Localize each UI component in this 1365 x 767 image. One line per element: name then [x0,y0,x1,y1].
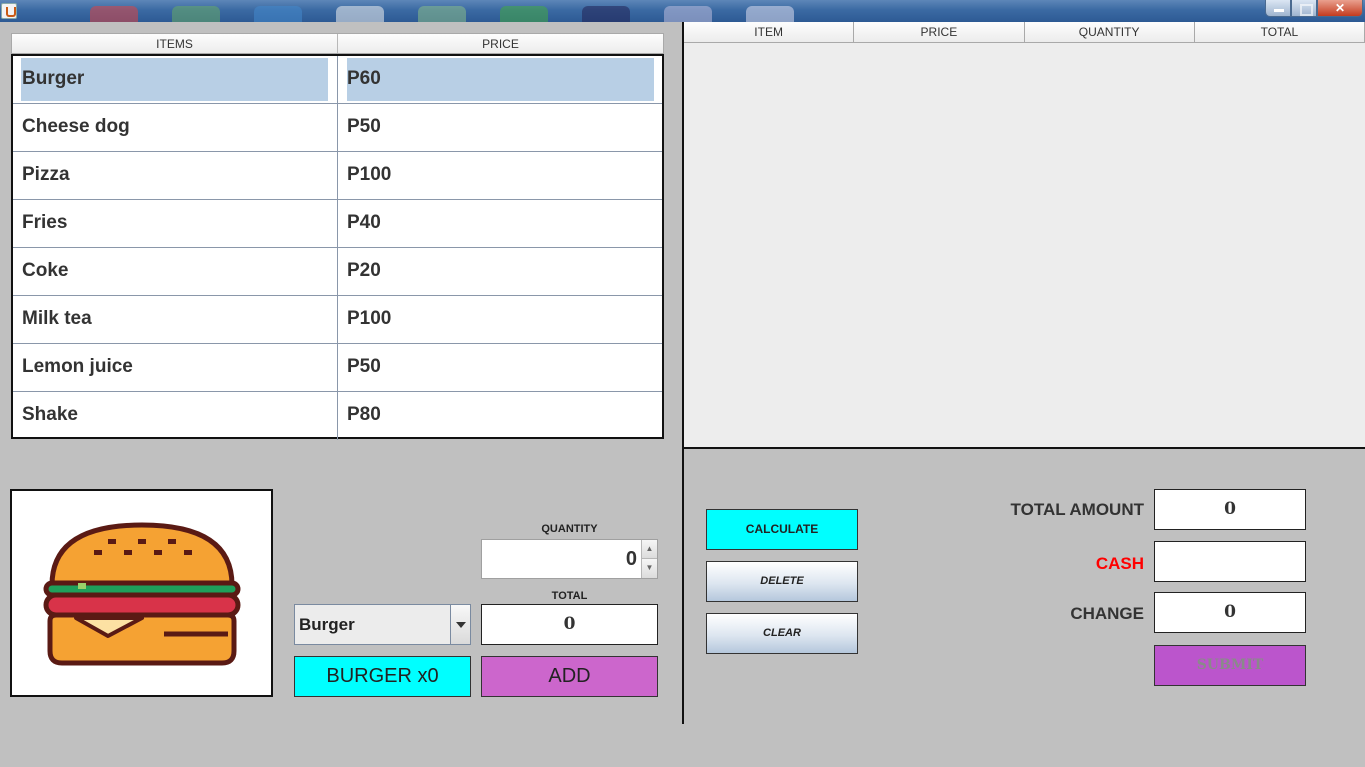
quantity-spinner[interactable]: 0 ▲ ▼ [481,539,658,579]
quantity-value: 0 [625,548,637,570]
table-row[interactable]: Fries P40 [13,200,662,248]
calculate-button[interactable]: CALCULATE [706,509,858,550]
order-summary-button[interactable]: BURGER x0 [294,656,471,697]
cash-field[interactable] [1154,541,1306,582]
close-icon: ✕ [1334,1,1346,15]
price-cell: P40 [347,212,381,233]
menu-table-body: Burger P60 Cheese dog P50 Pizza P100 Fri… [11,54,664,440]
table-row[interactable]: Shake P80 [13,392,662,440]
quantity-label: QUANTITY [541,523,598,535]
column-header-items[interactable]: ITEMS [12,34,338,53]
table-row[interactable]: Pizza P100 [13,152,662,200]
menu-table: ITEMS PRICE Burger P60 Cheese dog P50 Pi… [11,33,664,440]
title-bar: ✕ [0,0,1365,22]
table-row[interactable]: Milk tea P100 [13,296,662,344]
java-app-icon [1,3,17,19]
submit-button[interactable]: SUBMIT [1154,645,1306,686]
delete-button[interactable]: DELETE [706,561,858,602]
total-amount-field[interactable]: 0 [1154,489,1306,530]
total-field[interactable]: 0 [481,604,658,645]
change-field[interactable]: 0 [1154,592,1306,633]
add-button[interactable]: ADD [481,656,658,697]
minimize-button[interactable] [1265,0,1291,17]
item-cell: Fries [13,200,338,247]
change-label: CHANGE [1070,604,1144,623]
order-table-header: ITEM PRICE QUANTITY TOTAL [684,22,1365,43]
order-table[interactable]: ITEM PRICE QUANTITY TOTAL [684,22,1365,447]
item-cell: Burger [13,56,338,103]
column-header-price[interactable]: PRICE [338,34,663,53]
price-cell: P50 [347,356,381,377]
item-image-panel [10,489,273,697]
item-combo-box[interactable]: Burger [294,604,471,645]
table-row[interactable]: Burger P60 [13,56,662,104]
chevron-down-icon[interactable] [450,605,470,644]
item-cell: Shake [13,392,338,440]
item-cell: Cheese dog [13,104,338,151]
price-cell: P50 [347,116,381,137]
spinner-up-icon[interactable]: ▲ [642,540,657,559]
column-header-quantity[interactable]: QUANTITY [1025,22,1195,42]
column-header-total[interactable]: TOTAL [1195,22,1365,42]
price-cell: P100 [347,308,392,329]
column-header-item[interactable]: ITEM [684,22,855,42]
total-label: TOTAL [551,590,588,602]
clear-button[interactable]: CLEAR [706,613,858,654]
title-bar-background [60,0,1255,22]
price-cell: P80 [347,404,381,425]
panel-divider-horizontal [684,447,1365,449]
price-cell: P100 [347,164,392,185]
price-cell: P20 [347,260,381,281]
panel-divider-vertical [682,22,684,724]
burger-icon [43,522,241,666]
item-cell: Milk tea [13,296,338,343]
table-row[interactable]: Coke P20 [13,248,662,296]
table-row[interactable]: Cheese dog P50 [13,104,662,152]
item-cell: Lemon juice [13,344,338,391]
total-amount-label: TOTAL AMOUNT [1010,500,1144,519]
spinner-down-icon[interactable]: ▼ [642,559,657,578]
table-row[interactable]: Lemon juice P50 [13,344,662,392]
item-cell: Coke [13,248,338,295]
column-header-price[interactable]: PRICE [854,22,1025,42]
menu-table-header: ITEMS PRICE [11,33,664,54]
price-cell: P60 [338,56,662,103]
combo-selected-value: Burger [299,615,355,634]
cash-label: CASH [1095,554,1144,573]
close-button[interactable]: ✕ [1317,0,1363,17]
maximize-button[interactable] [1291,0,1317,17]
item-cell: Pizza [13,152,338,199]
